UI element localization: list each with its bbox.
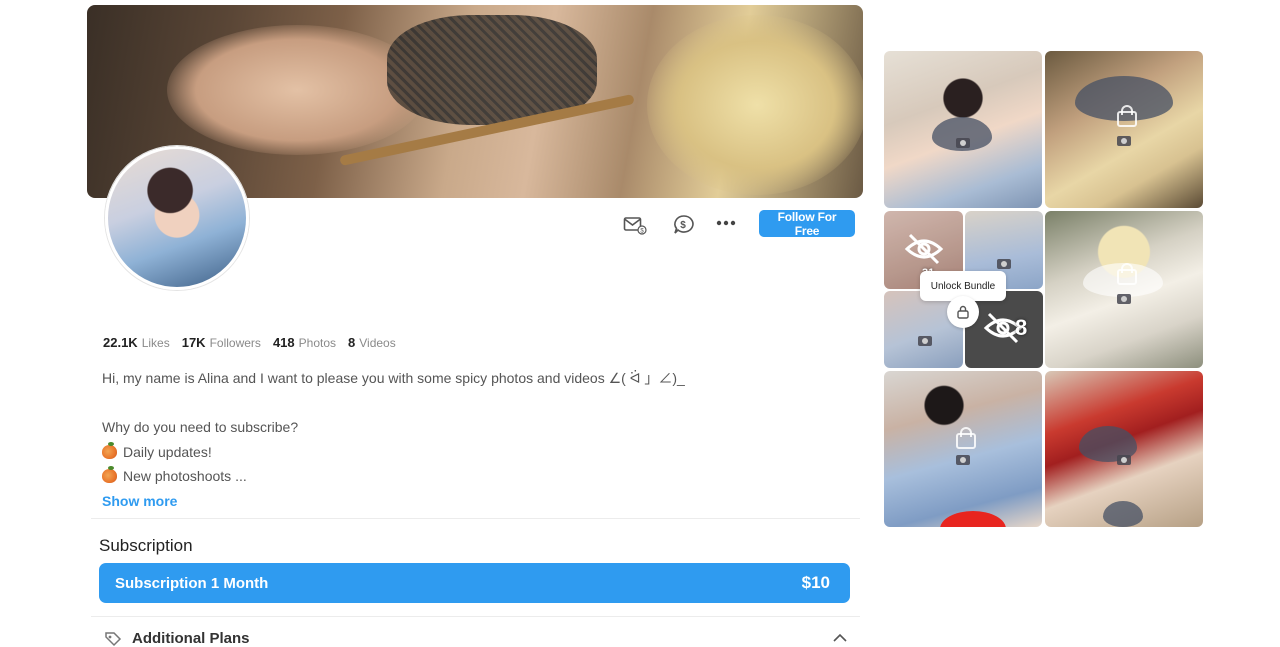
lock-icon (956, 427, 976, 449)
lock-icon (1117, 263, 1137, 285)
subscribe-button[interactable]: Subscription 1 Month $10 (99, 563, 850, 603)
peach-icon (102, 441, 117, 459)
camera-icon (997, 259, 1011, 269)
stat-videos: 8 Videos (348, 335, 396, 350)
camera-icon (956, 138, 970, 148)
stat-photos: 418 Photos (272, 335, 336, 350)
avatar[interactable] (105, 146, 249, 290)
camera-icon (956, 455, 970, 465)
profile-bio: Hi, my name is Alina and I want to pleas… (102, 366, 822, 513)
camera-icon (1117, 455, 1131, 465)
additional-plans-toggle[interactable]: Additional Plans (104, 630, 250, 647)
lock-icon (1117, 105, 1137, 127)
bio-line: New photoshoots ... (102, 464, 822, 489)
lock-icon (947, 296, 979, 328)
bio-line: Why do you need to subscribe? (102, 419, 299, 435)
plan-label: Subscription 1 Month (115, 574, 269, 592)
divider (91, 616, 860, 617)
camera-icon (1117, 136, 1131, 146)
bio-line: Hi, my name is Alina and I want to pleas… (102, 370, 685, 386)
gallery-tile[interactable] (884, 51, 1042, 208)
additional-plans-label: Additional Plans (132, 630, 250, 647)
gallery-tile[interactable] (1045, 211, 1203, 368)
gallery-tile[interactable] (1045, 51, 1203, 208)
stat-likes: 22.1K Likes (103, 335, 170, 350)
svg-text:$: $ (680, 220, 686, 231)
envelope-icon[interactable]: $ (621, 212, 649, 238)
eye-off-icon (904, 233, 944, 265)
gallery-tile[interactable] (1045, 371, 1203, 527)
tag-icon (105, 631, 122, 646)
camera-icon (918, 336, 932, 346)
subscription-title: Subscription (99, 536, 193, 555)
gallery-tile[interactable] (884, 371, 1042, 527)
bio-line: Daily updates! (102, 440, 822, 465)
divider (91, 518, 860, 519)
bundle-video-count: 8 (1015, 315, 1028, 340)
chevron-up-icon[interactable] (832, 633, 848, 643)
show-more-link[interactable]: Show more (102, 493, 177, 509)
follow-button[interactable]: Follow For Free (759, 210, 855, 238)
gallery-tile[interactable]: 8 (965, 291, 1043, 368)
profile-stats: 22.1K Likes 17K Followers 418 Photos 8 Video… (103, 335, 396, 350)
camera-icon (1117, 294, 1131, 304)
bio-blank-line (102, 391, 822, 416)
dollar-chat-icon[interactable]: $ (670, 212, 698, 238)
plan-price: $10 (801, 573, 830, 592)
stat-followers: 17K Followers (181, 335, 261, 350)
peach-icon (102, 466, 117, 483)
more-dots-icon[interactable] (712, 210, 740, 236)
